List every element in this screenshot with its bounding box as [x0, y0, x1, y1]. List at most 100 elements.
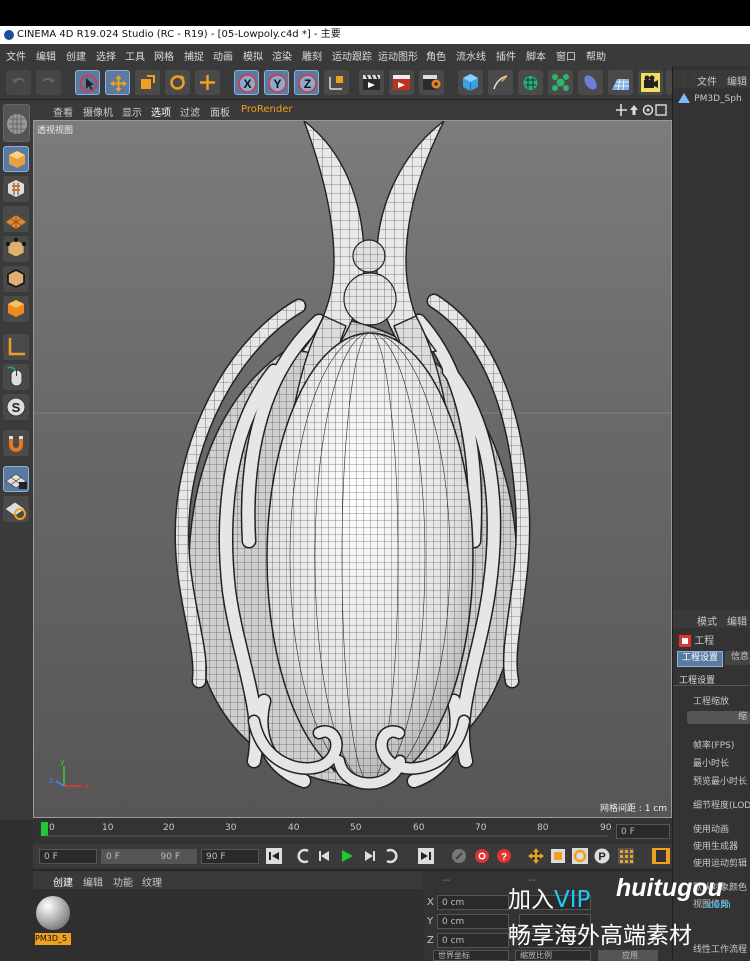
viewport-menu-panel[interactable]: 面板 — [210, 104, 230, 119]
attribute-menu-mode[interactable]: 模式 — [697, 613, 717, 628]
add-cube-button[interactable] — [458, 70, 483, 95]
viewport-menu-filter[interactable]: 过滤 — [180, 104, 200, 119]
menu-motion-tracker[interactable]: 运动跟踪 — [332, 48, 372, 63]
snap-settings-button[interactable]: S — [3, 394, 29, 420]
previous-key-icon[interactable] — [296, 848, 312, 864]
menu-character[interactable]: 角色 — [426, 48, 446, 63]
material-menu-texture[interactable]: 纹理 — [142, 874, 162, 889]
material-menu-edit[interactable]: 编辑 — [83, 874, 103, 889]
material-menu-create[interactable]: 创建 — [53, 874, 73, 889]
attribute-menu-edit[interactable]: 编辑 — [727, 613, 747, 628]
menu-edit[interactable]: 编辑 — [36, 48, 56, 63]
move-tool-button[interactable] — [105, 70, 130, 95]
end-frame-field[interactable]: 90 F — [201, 849, 259, 864]
add-deformer-button[interactable] — [578, 70, 603, 95]
texture-mode-button[interactable] — [3, 176, 29, 202]
menu-window[interactable]: 窗口 — [556, 48, 576, 63]
object-row[interactable]: PM3D_Sph — [677, 92, 750, 106]
menu-mograph[interactable]: 运动图形 — [378, 48, 418, 63]
undo-button[interactable] — [6, 70, 31, 95]
viewport-menu-options[interactable]: 选项 — [151, 104, 171, 119]
menu-animate[interactable]: 动画 — [213, 48, 233, 63]
edges-mode-button[interactable] — [3, 266, 29, 292]
menu-file[interactable]: 文件 — [6, 48, 26, 63]
start-frame-field[interactable]: 0 F — [39, 849, 97, 864]
menu-create[interactable]: 创建 — [66, 48, 86, 63]
viewport-menu-view[interactable]: 查看 — [53, 104, 73, 119]
keyframe-selection-icon[interactable]: ? — [496, 848, 512, 864]
add-generator-button[interactable] — [518, 70, 543, 95]
render-settings-button[interactable] — [419, 70, 444, 95]
viewport-menu-display[interactable]: 显示 — [122, 104, 142, 119]
project-scale-button[interactable]: 缩 — [687, 711, 750, 724]
scale-tool-button[interactable] — [135, 70, 160, 95]
previous-frame-icon[interactable] — [317, 848, 333, 864]
axis-mode-button[interactable] — [3, 334, 29, 360]
menu-select[interactable]: 选择 — [96, 48, 116, 63]
key-rotation-icon[interactable] — [572, 848, 588, 864]
key-position-icon[interactable] — [528, 848, 544, 864]
record-keys-icon[interactable] — [451, 848, 467, 864]
viewport-navigation-icons[interactable] — [616, 103, 668, 117]
key-scale-icon[interactable] — [550, 848, 566, 864]
lock-workplane-button[interactable] — [3, 466, 29, 492]
autokey-icon[interactable] — [474, 848, 490, 864]
key-pla-icon[interactable] — [618, 848, 634, 864]
object-menu-file[interactable]: 文件 — [697, 73, 717, 88]
add-mograph-button[interactable] — [548, 70, 573, 95]
object-menu-edit[interactable]: 编辑 — [727, 73, 747, 88]
lock-z-axis-button[interactable]: Z — [294, 70, 319, 95]
menu-help[interactable]: 帮助 — [586, 48, 606, 63]
recent-tool-button[interactable] — [195, 70, 220, 95]
polygons-mode-button[interactable] — [3, 296, 29, 322]
next-frame-icon[interactable] — [361, 848, 377, 864]
menu-plugins[interactable]: 插件 — [496, 48, 516, 63]
menu-mesh[interactable]: 网格 — [154, 48, 174, 63]
make-editable-button[interactable] — [3, 104, 30, 142]
menu-script[interactable]: 脚本 — [526, 48, 546, 63]
menu-render[interactable]: 渲染 — [272, 48, 292, 63]
tweak-mode-button[interactable] — [3, 364, 29, 390]
snap-toggle-button[interactable] — [3, 430, 29, 456]
lock-y-axis-button[interactable]: Y — [264, 70, 289, 95]
add-environment-button[interactable] — [608, 70, 633, 95]
live-selection-button[interactable] — [75, 70, 100, 95]
go-to-end-icon[interactable] — [418, 848, 434, 864]
tab-project-settings[interactable]: 工程设置 — [677, 651, 723, 667]
key-parameter-icon[interactable]: P — [594, 848, 610, 864]
next-key-icon[interactable] — [383, 848, 399, 864]
menu-snap[interactable]: 捕捉 — [184, 48, 204, 63]
points-mode-button[interactable] — [3, 236, 29, 262]
play-icon[interactable] — [339, 848, 355, 864]
coord-mode-select[interactable]: 世界坐标 — [433, 950, 509, 961]
preview-range-slider[interactable]: 0 F 90 F — [101, 849, 197, 864]
go-to-start-icon[interactable] — [266, 848, 282, 864]
model-mode-button[interactable] — [3, 146, 29, 172]
material-swatch[interactable]: PM3D_5 — [35, 895, 71, 945]
rotate-tool-button[interactable] — [165, 70, 190, 95]
current-frame-field[interactable]: 0 F — [616, 824, 670, 839]
menu-tools[interactable]: 工具 — [125, 48, 145, 63]
lock-x-axis-button[interactable]: X — [234, 70, 259, 95]
coord-x-field[interactable]: 0 cm — [437, 895, 509, 910]
add-camera-button[interactable] — [638, 70, 663, 95]
viewport-menu-prorender[interactable]: ProRender — [241, 104, 292, 115]
tab-info[interactable]: 信息 — [725, 651, 750, 665]
planar-workplane-button[interactable] — [3, 496, 29, 522]
menu-simulate[interactable]: 模拟 — [243, 48, 263, 63]
coord-z-field[interactable]: 0 cm — [437, 933, 509, 948]
viewport-menu-cameras[interactable]: 摄像机 — [83, 104, 113, 119]
material-menu-function[interactable]: 功能 — [113, 874, 133, 889]
workplane-mode-button[interactable] — [3, 206, 29, 232]
render-view-button[interactable] — [359, 70, 384, 95]
coordinate-system-button[interactable] — [324, 70, 349, 95]
add-spline-button[interactable] — [488, 70, 513, 95]
perspective-viewport[interactable]: 透视视图 y x z 网格间距: 1 cm — [33, 120, 672, 818]
menu-pipeline[interactable]: 流水线 — [456, 48, 486, 63]
redo-button[interactable] — [36, 70, 61, 95]
render-to-picture-viewer-button[interactable] — [389, 70, 414, 95]
timeline-window-icon[interactable] — [651, 848, 671, 864]
coord-y-field[interactable]: 0 cm — [437, 914, 509, 929]
timeline-ruler[interactable]: 0 10 20 30 40 50 60 70 80 90 0 F — [33, 818, 672, 844]
menu-sculpt[interactable]: 雕刻 — [302, 48, 322, 63]
